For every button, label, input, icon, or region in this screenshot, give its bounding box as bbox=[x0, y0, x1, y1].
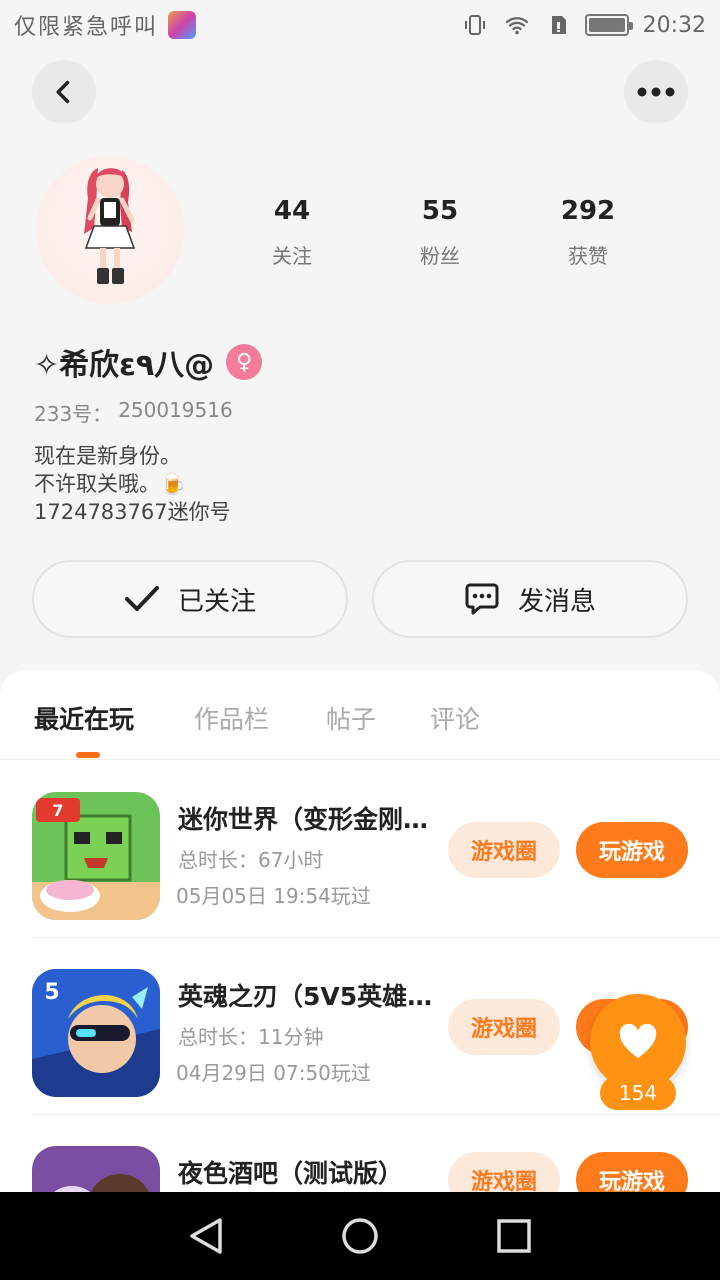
stat-likes-label: 获赞 bbox=[568, 244, 608, 268]
back-button[interactable] bbox=[32, 60, 96, 124]
game-duration-label: 总时长： bbox=[178, 848, 258, 872]
stat-followers[interactable]: 55 粉丝 bbox=[366, 196, 514, 269]
more-options-button[interactable] bbox=[624, 60, 688, 124]
nickname-row: ✧希欣ε٩八@ ♀ bbox=[34, 340, 263, 384]
user-id: 233号： 250019516 bbox=[34, 398, 233, 427]
avatar[interactable] bbox=[36, 156, 184, 304]
like-count-badge: 154 bbox=[600, 1076, 676, 1110]
game-last-played: 04月29日 07:50玩过 bbox=[176, 1061, 371, 1085]
svg-text:7: 7 bbox=[52, 801, 63, 820]
gender-female-icon: ♀ bbox=[226, 344, 263, 380]
stat-followers-count: 55 bbox=[421, 196, 459, 226]
wifi-icon bbox=[505, 17, 528, 35]
stat-likes-count: 292 bbox=[560, 196, 616, 226]
send-message-button[interactable]: 发消息 bbox=[372, 560, 688, 638]
stat-following[interactable]: 44 关注 bbox=[218, 196, 366, 269]
app-notification-icon bbox=[168, 11, 197, 39]
avatar-character-image bbox=[84, 168, 136, 284]
game-title: 迷你世界（变形金刚联动版） bbox=[178, 805, 438, 834]
chat-bubble-icon bbox=[465, 583, 499, 615]
game-icon-mini-world[interactable]: 7 bbox=[32, 792, 160, 920]
tab-recently-played[interactable]: 最近在玩 bbox=[34, 700, 134, 736]
status-time: 20:32 bbox=[642, 12, 706, 38]
bio-line: 不许取关哦。🍺 bbox=[34, 472, 187, 496]
play-game-button[interactable]: 玩游戏 bbox=[576, 822, 688, 878]
more-dots-icon bbox=[637, 87, 675, 97]
bio: 现在是新身份。 不许取关哦。🍺 1724783767迷你号 bbox=[34, 442, 231, 526]
status-right: 20:32 bbox=[463, 13, 706, 38]
content-card: 最近在玩 作品栏 帖子 评论 7 迷你世界（变形金刚联动版） 总时长： 67小 bbox=[0, 670, 720, 1274]
user-id-value: 250019516 bbox=[118, 398, 233, 422]
active-tab-indicator bbox=[76, 752, 100, 758]
game-duration-value: 67小时 bbox=[258, 848, 324, 872]
divider bbox=[32, 937, 720, 938]
tab-posts[interactable]: 帖子 bbox=[326, 700, 376, 736]
chevron-left-icon bbox=[56, 80, 70, 104]
followed-button-label: 已关注 bbox=[177, 586, 256, 617]
stat-likes[interactable]: 292 获赞 bbox=[514, 196, 662, 269]
checkmark-icon bbox=[124, 586, 159, 611]
game-icon-yinghun[interactable]: 5 bbox=[32, 969, 160, 1097]
game-duration: 总时长： 67小时 bbox=[178, 844, 323, 873]
game-title: 英魂之刃（5V5英雄竞技） bbox=[178, 982, 438, 1011]
send-message-label: 发消息 bbox=[517, 586, 596, 617]
nickname: ✧希欣ε٩八@ bbox=[34, 348, 215, 383]
game-duration-value: 11分钟 bbox=[258, 1025, 324, 1049]
followed-button[interactable]: 已关注 bbox=[32, 560, 348, 638]
home-circle-icon[interactable] bbox=[340, 1216, 380, 1256]
game-circle-button[interactable]: 游戏圈 bbox=[448, 822, 560, 878]
bio-line: 现在是新身份。 bbox=[34, 444, 181, 468]
game-title: 夜色酒吧（测试版） bbox=[178, 1159, 404, 1188]
stat-following-label: 关注 bbox=[272, 244, 312, 268]
vibrate-icon bbox=[464, 15, 485, 35]
user-id-label: 233号： bbox=[34, 402, 113, 426]
stat-following-count: 44 bbox=[273, 196, 311, 226]
carrier-text: 仅限紧急呼叫 bbox=[14, 15, 159, 40]
tab-works[interactable]: 作品栏 bbox=[194, 700, 269, 736]
tab-bar: 最近在玩 作品栏 帖子 评论 bbox=[0, 670, 720, 760]
profile-stats: 44 关注 55 粉丝 292 获赞 bbox=[218, 196, 662, 269]
game-circle-button[interactable]: 游戏圈 bbox=[448, 999, 560, 1055]
svg-text:5: 5 bbox=[44, 980, 59, 1005]
status-left: 仅限紧急呼叫 bbox=[14, 9, 197, 41]
back-triangle-icon[interactable] bbox=[188, 1216, 224, 1256]
recents-square-icon[interactable] bbox=[496, 1218, 532, 1254]
game-last-played: 05月05日 19:54玩过 bbox=[176, 884, 371, 908]
status-bar: 仅限紧急呼叫 20:32 bbox=[0, 0, 720, 50]
divider bbox=[32, 1114, 720, 1115]
heart-icon bbox=[619, 1024, 657, 1058]
battery-icon bbox=[584, 14, 633, 36]
system-nav-bar bbox=[0, 1192, 720, 1280]
sim-icon bbox=[551, 16, 566, 34]
game-list-item[interactable]: 7 迷你世界（变形金刚联动版） 总时长： 67小时 05月05日 19:54玩过… bbox=[0, 762, 720, 938]
bio-line: 1724783767迷你号 bbox=[34, 500, 231, 524]
game-duration-label: 总时长： bbox=[178, 1025, 258, 1049]
game-duration: 总时长： 11分钟 bbox=[178, 1021, 323, 1050]
tab-comments[interactable]: 评论 bbox=[430, 700, 480, 736]
stat-followers-label: 粉丝 bbox=[420, 244, 460, 268]
